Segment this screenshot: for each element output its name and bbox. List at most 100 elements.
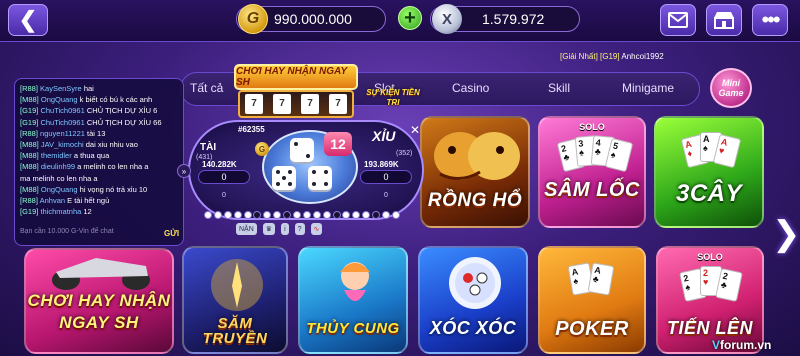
history-dot <box>342 211 351 219</box>
chat-text: k biết có bú k các anh <box>79 95 153 105</box>
chat-message: [M88] dieulinh99 a melinh co len nha a <box>20 162 148 171</box>
back-button[interactable]: ❮ <box>8 4 48 36</box>
game-tile-3-cay[interactable]: A ♦ A ♠ A ♥ 3CÂY <box>654 116 764 228</box>
history-dot <box>253 211 262 219</box>
chat-server-tag: [R88] <box>20 196 38 205</box>
game-tile-xoc-xoc[interactable]: XÓC XÓC <box>418 246 528 354</box>
chat-message: [M88] OngQuang hi vọng nó trả xỉu 10 <box>20 185 147 194</box>
expand-right-icon[interactable]: » <box>177 164 191 178</box>
chat-username[interactable]: thichmatnha <box>40 207 81 216</box>
chat-send-button[interactable]: GỬI <box>164 229 179 238</box>
silver-balance: 1.579.972 <box>482 11 545 27</box>
game-title: RỒNG HỔ <box>427 190 523 211</box>
chat-server-tag: [M88] <box>20 95 39 105</box>
tab-skill[interactable]: Skill <box>548 81 570 95</box>
trophy-icon[interactable]: ♛ <box>262 223 276 235</box>
jackpot-ticker: [Giải Nhất] [G19] Anhcoi1992 <box>560 52 664 61</box>
game-tile-promo-sh[interactable]: CHƠI HAY NHẬN NGAY SH <box>24 248 174 354</box>
countdown-timer: 12 <box>324 132 352 156</box>
chat-username[interactable]: ChuTich0961 <box>40 118 84 127</box>
chat-username[interactable]: nguyen11221 <box>40 129 85 138</box>
history-dot <box>263 211 272 219</box>
tai-bet-input[interactable]: 0 <box>198 170 250 184</box>
chat-message: [M88] JAV_kimochi dai xiu nhiu vao <box>20 140 138 149</box>
history-dot <box>223 211 232 219</box>
chat-text: hai <box>83 84 94 93</box>
dice-plate-icon <box>449 257 501 309</box>
scroll-right-icon[interactable]: ❯ <box>772 214 800 254</box>
game-tile-thuy-cung[interactable]: THỦY CUNG <box>298 246 408 354</box>
history-dot <box>213 211 222 219</box>
chat-username[interactable]: OngQuang <box>41 95 78 104</box>
chat-text: a melinh co len nha a <box>77 162 149 172</box>
chat-message: [G19] ChuTich0961 CHỦ TỊCH DỰ XỈU 6 <box>20 106 157 115</box>
tab-all[interactable]: Tất cả <box>190 81 223 95</box>
xiu-bet-input[interactable]: 0 <box>360 170 412 184</box>
chat-message: [M88] OngQuang k biết có bú k các anh <box>20 95 152 104</box>
tab-casino[interactable]: Casino <box>452 81 489 95</box>
mail-button[interactable] <box>660 4 696 36</box>
history-dot <box>362 211 371 219</box>
chat-text: a thua qua <box>73 151 110 161</box>
chat-username[interactable]: JAV_kimochi <box>41 140 84 149</box>
history-dot <box>382 211 391 219</box>
game-tile-sam-truyen[interactable]: SĂM TRUYỀN <box>182 246 288 354</box>
chat-text: dai xiu nhiu vao <box>85 140 138 149</box>
session-id: #62355 <box>238 125 265 134</box>
playing-card: A ♣ <box>587 262 615 296</box>
tai-xiu-toolbar: NẶN ♛ i ? ∿ <box>236 222 386 236</box>
chat-text: CHỦ TỊCH DỰ XỈU 66 <box>86 117 162 127</box>
tab-minigame[interactable]: Minigame <box>622 81 674 95</box>
chat-text: CHỦ TỊCH DỰ XỈU 6 <box>86 106 158 116</box>
chat-message: [M88] themidler a thua qua <box>20 151 109 160</box>
chevron-left-icon: ❮ <box>18 7 38 32</box>
game-title: SÂM LỐC <box>544 179 640 201</box>
shop-button[interactable] <box>706 4 742 36</box>
xiu-pot: 193.869K <box>364 160 399 169</box>
mail-icon <box>668 12 688 28</box>
add-funds-button[interactable]: + <box>398 6 422 30</box>
game-tile-poker[interactable]: A ♠ A ♣ POKER <box>538 246 646 354</box>
dragon-tiger-icon <box>434 132 520 180</box>
chat-username[interactable]: ChuTich0961 <box>40 106 84 115</box>
slot-reel: 7 <box>301 94 319 114</box>
dice-1 <box>290 138 314 162</box>
mini-game-button[interactable]: Mini Game <box>710 68 752 108</box>
chat-username[interactable]: themidler <box>41 151 72 160</box>
game-tile-rong-ho[interactable]: RỒNG HỔ <box>420 116 530 228</box>
watermark: Vforum.vn <box>712 338 771 352</box>
slot-reel: 7 <box>245 94 263 114</box>
game-title: TIẾN LÊN <box>666 318 753 338</box>
gold-coin-icon: G <box>238 4 268 34</box>
history-dot <box>302 211 311 219</box>
tai-my-total: 0 <box>222 192 226 199</box>
shop-icon <box>714 12 734 29</box>
tai-label: TÀI <box>200 142 217 153</box>
chart-icon[interactable]: ∿ <box>310 223 323 235</box>
more-button[interactable]: ••• <box>752 4 788 36</box>
nan-button[interactable]: NẶN <box>236 223 257 235</box>
close-icon[interactable]: ✕ <box>408 123 422 137</box>
chat-username[interactable]: KaySenSyre <box>40 84 82 93</box>
history-dot <box>243 211 252 219</box>
chat-username[interactable]: dieulinh99 <box>41 162 75 171</box>
slot-reels: 7 7 7 7 <box>238 90 354 118</box>
chat-input[interactable]: Bạn cần 10.000 G-Vin để chat <box>20 228 160 242</box>
chat-server-tag: [R88] <box>20 128 38 138</box>
info-icon[interactable]: i <box>281 223 289 235</box>
game-tile-sam-loc[interactable]: SOLO 2 ♣ 3 ♠ 4 ♣ 5 ♠ SÂM LỐC <box>538 116 646 228</box>
chat-message: ma melinh co len nha a <box>20 174 98 183</box>
chat-username[interactable]: Anhvan <box>40 196 65 205</box>
history-dot <box>233 211 242 219</box>
help-icon[interactable]: ? <box>294 223 305 235</box>
promo-banner[interactable]: CHƠI HAY NHẬN NGAY SH <box>234 64 358 90</box>
history-dot <box>283 211 292 219</box>
chat-text: tài 13 <box>87 128 106 138</box>
ticker-prefix: [Giải Nhất] <box>560 52 598 61</box>
chat-username[interactable]: OngQuang <box>41 185 78 194</box>
watermark-v: V <box>712 338 721 352</box>
history-dot <box>293 211 302 219</box>
chat-text: hi vọng nó trả xỉu 10 <box>79 184 148 194</box>
history-dot <box>322 211 331 219</box>
dice-3 <box>308 166 332 190</box>
